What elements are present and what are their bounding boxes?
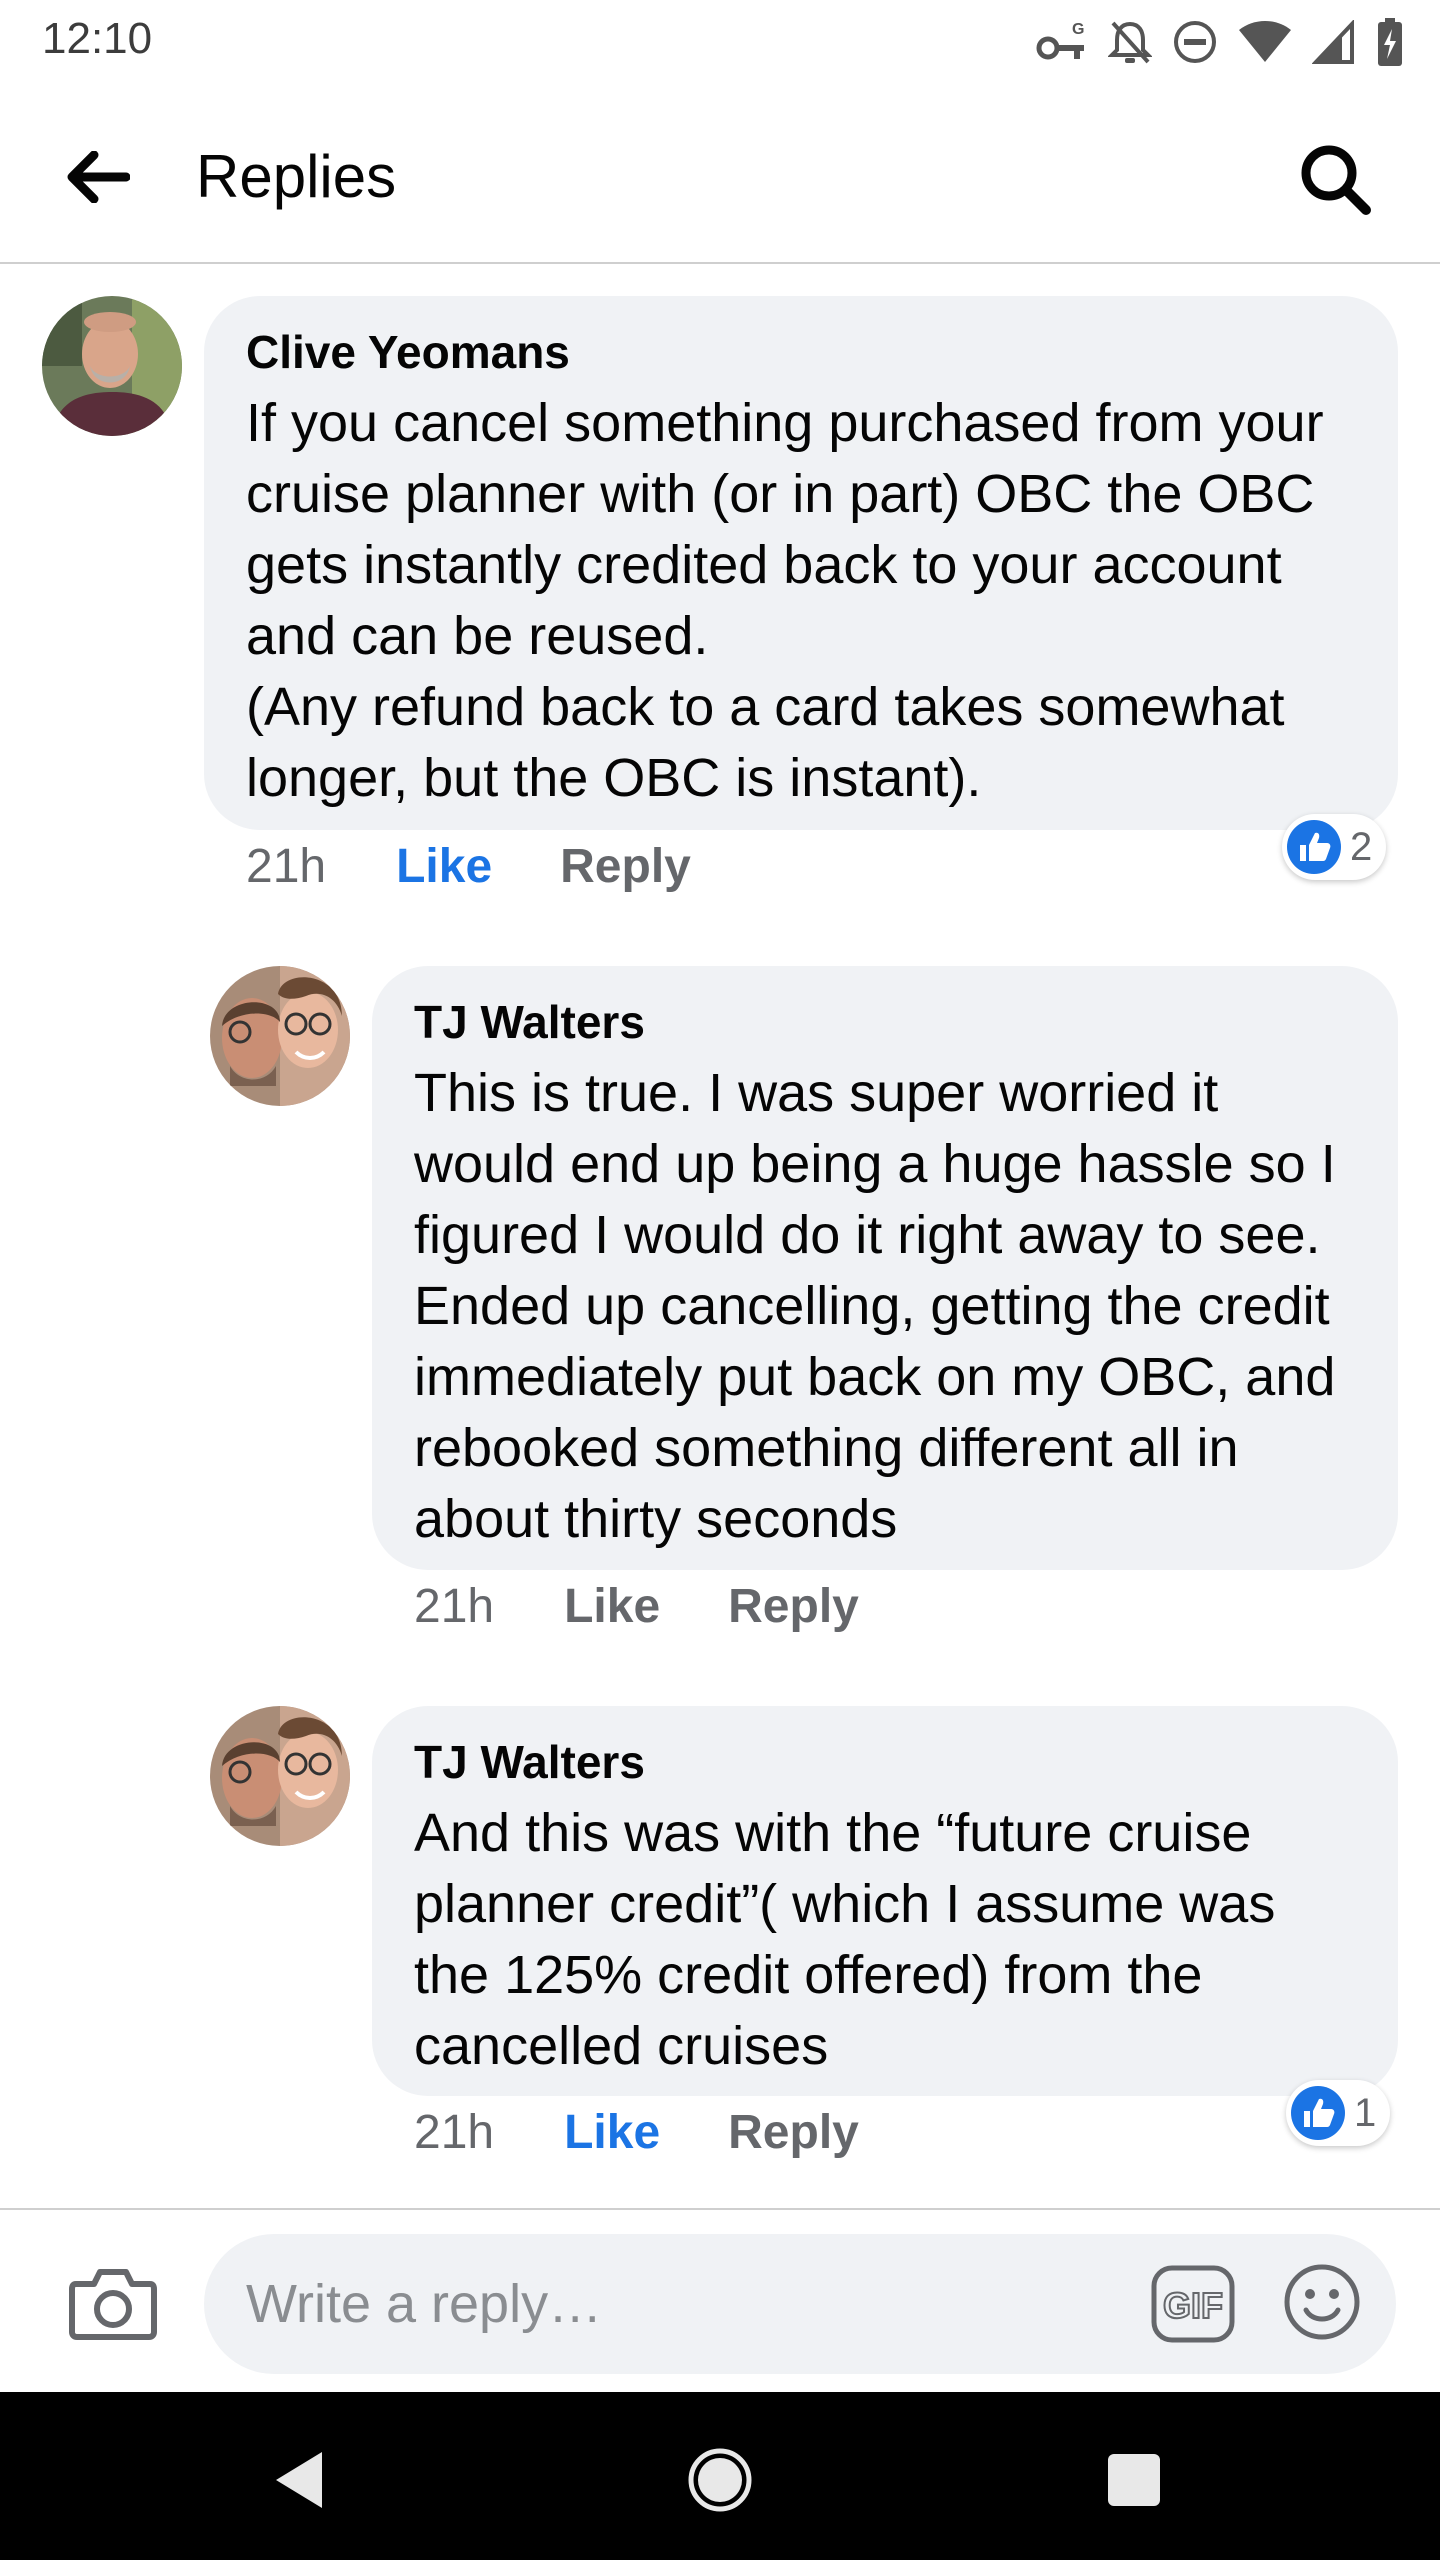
avatar[interactable]: [210, 1706, 350, 1846]
like-reaction-icon: [1287, 820, 1341, 874]
comment-author[interactable]: Clive Yeomans: [246, 322, 1356, 382]
comment-timestamp[interactable]: 21h: [414, 1579, 494, 1634]
comment-tj-walters-1: TJ Walters This is true. I was super wor…: [0, 966, 1440, 1646]
like-button[interactable]: Like: [396, 839, 492, 894]
comment-bubble[interactable]: Clive Yeomans If you cancel something pu…: [204, 296, 1398, 830]
svg-text:G: G: [1072, 21, 1084, 38]
gif-button[interactable]: GIF: [1150, 2264, 1236, 2344]
camera-icon: [69, 2269, 157, 2340]
avatar-photo-icon: [42, 296, 182, 436]
system-nav-bar: [0, 2392, 1440, 2560]
like-button[interactable]: Like: [564, 1579, 660, 1634]
avatar-photo-icon: [210, 1706, 350, 1846]
reaction-count: 1: [1354, 2090, 1377, 2135]
comment-text: And this was with the “future cruise pla…: [414, 1803, 1276, 2076]
comment-clive-yeomans: Clive Yeomans If you cancel something pu…: [0, 296, 1440, 916]
camera-button[interactable]: [68, 2262, 158, 2346]
reply-composer: GIF: [0, 2208, 1440, 2392]
emoji-button[interactable]: [1282, 2262, 1362, 2342]
nav-recents-button[interactable]: [1094, 2440, 1174, 2520]
reply-button[interactable]: Reply: [728, 2105, 859, 2160]
status-time: 12:10: [42, 14, 153, 63]
comment-actions: 21h Like Reply: [414, 2102, 859, 2162]
avatar[interactable]: [210, 966, 350, 1106]
search-button[interactable]: [1290, 134, 1380, 224]
comment-actions: 21h Like Reply: [414, 1576, 859, 1636]
nav-back-icon: [276, 2452, 322, 2508]
avatar[interactable]: [42, 296, 182, 436]
comment-text: If you cancel something purchased from y…: [246, 393, 1324, 808]
page-title: Replies: [196, 143, 397, 210]
reaction-count-badge[interactable]: 1: [1286, 2080, 1391, 2146]
like-button[interactable]: Like: [564, 2105, 660, 2160]
battery-charging-icon: [1378, 18, 1402, 66]
reply-button[interactable]: Reply: [728, 1579, 859, 1634]
comment-bubble[interactable]: TJ Walters This is true. I was super wor…: [372, 966, 1398, 1570]
gif-icon: GIF: [1151, 2265, 1235, 2343]
do-not-disturb-icon: [1174, 21, 1216, 63]
like-reaction-icon: [1291, 2086, 1345, 2140]
nav-recents-icon: [1108, 2454, 1160, 2506]
reply-button[interactable]: Reply: [560, 839, 691, 894]
comment-timestamp[interactable]: 21h: [414, 2105, 494, 2160]
header-bar: Replies: [0, 84, 1440, 264]
comment-timestamp[interactable]: 21h: [246, 839, 326, 894]
comment-tj-walters-2: TJ Walters And this was with the “future…: [0, 1706, 1440, 2176]
reaction-count: 2: [1350, 824, 1373, 869]
comment-author[interactable]: TJ Walters: [414, 1732, 1356, 1792]
comment-actions: 21h Like Reply: [246, 836, 691, 896]
emoji-icon: [1284, 2264, 1360, 2340]
status-icons: G: [1036, 14, 1404, 70]
back-button[interactable]: [58, 142, 138, 212]
nav-home-button[interactable]: [680, 2440, 760, 2520]
wifi-icon: [1239, 21, 1291, 62]
cell-signal-icon: [1312, 20, 1354, 64]
search-icon: [1301, 145, 1371, 215]
comment-bubble[interactable]: TJ Walters And this was with the “future…: [372, 1706, 1398, 2096]
comment-text: This is true. I was super worried it wou…: [414, 1063, 1336, 1549]
reaction-count-badge[interactable]: 2: [1282, 814, 1387, 880]
status-bar: 12:10 G: [0, 0, 1440, 84]
notifications-off-icon: [1108, 21, 1152, 64]
gif-label: GIF: [1163, 2285, 1223, 2326]
vpn-key-icon: G: [1036, 21, 1084, 60]
avatar-photo-icon: [210, 966, 350, 1106]
nav-back-button[interactable]: [260, 2440, 340, 2520]
nav-home-icon: [688, 2448, 752, 2512]
back-arrow-icon: [67, 151, 130, 203]
comment-author[interactable]: TJ Walters: [414, 992, 1356, 1052]
